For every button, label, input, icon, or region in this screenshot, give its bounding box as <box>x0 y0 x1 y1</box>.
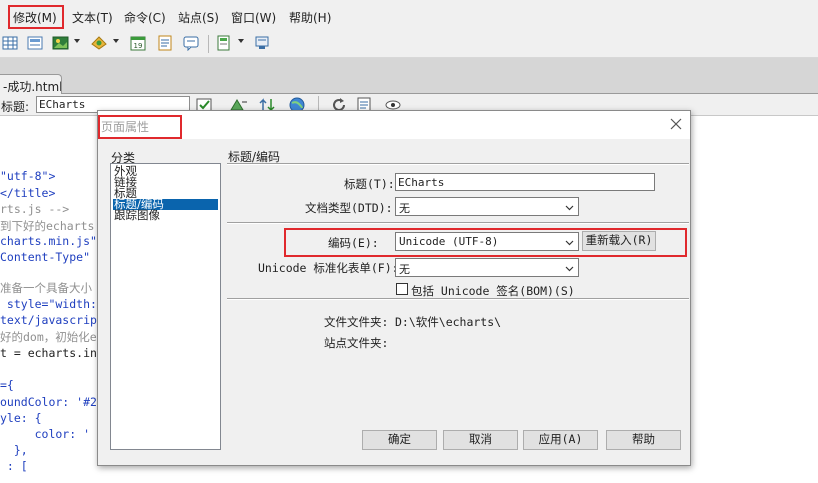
section-divider <box>227 222 689 224</box>
code-line: Content-Type" <box>0 250 91 264</box>
apply-button[interactable]: 应用(A) <box>523 430 598 450</box>
menu-modify-highlight <box>8 5 64 29</box>
code-line: </title> <box>0 186 56 200</box>
normalization-field-label: Unicode 标准化表单(F): <box>258 261 399 275</box>
image-icon[interactable] <box>51 33 71 53</box>
document-tabbar: -成功.html <box>0 72 818 94</box>
bom-checkbox-label[interactable]: 包括 Unicode 签名(BOM)(S) <box>411 283 575 299</box>
ok-button[interactable]: 确定 <box>362 430 437 450</box>
document-folder-value: D:\软件\echarts\ <box>395 315 502 329</box>
document-folder-label: 文件文件夹: <box>324 315 389 329</box>
menu-commands[interactable]: 命令(C) <box>124 9 166 26</box>
encoding-row-highlight <box>284 228 687 257</box>
code-line: color: ' <box>0 427 91 441</box>
category-list[interactable]: 外观 链接 标题 标题/编码 跟踪图像 <box>110 163 221 450</box>
code-line: : [ <box>0 459 28 473</box>
code-line: t = echarts.in <box>0 346 97 360</box>
svg-text:19: 19 <box>134 42 143 50</box>
doc-title-label: 标题: <box>1 100 30 114</box>
normalization-select-value: 无 <box>399 263 410 276</box>
document-tab[interactable]: -成功.html <box>0 74 62 94</box>
help-button[interactable]: 帮助 <box>606 430 681 450</box>
site-folder-label: 站点文件夹: <box>324 336 389 350</box>
template-dropdown-caret[interactable] <box>238 39 244 43</box>
panel-strip <box>0 58 818 72</box>
code-line: }, <box>0 443 28 457</box>
menu-text[interactable]: 文本(T) <box>72 9 113 26</box>
menu-help[interactable]: 帮助(H) <box>289 9 331 26</box>
chevron-down-icon <box>565 202 574 215</box>
section-divider <box>227 298 689 300</box>
tag-chooser-icon[interactable] <box>252 33 272 53</box>
code-line: text/javascrip <box>0 313 97 327</box>
page-properties-dialog: 页面属性 分类 外观 链接 标题 标题/编码 跟踪图像 标题/编码 标题(T):… <box>97 110 691 466</box>
doctype-field-label: 文档类型(DTD): <box>305 201 393 215</box>
normalization-select[interactable]: 无 <box>395 258 579 277</box>
code-line: 到下好的echarts. <box>0 219 100 233</box>
doctype-select-value: 无 <box>399 202 410 215</box>
code-line: rts.js --> <box>0 202 70 216</box>
code-line: charts.min.js" <box>0 234 97 248</box>
main-toolbar: 19 <box>0 30 818 58</box>
dialog-title-highlight <box>98 115 182 139</box>
cancel-button[interactable]: 取消 <box>443 430 518 450</box>
table-icon[interactable] <box>0 33 20 53</box>
close-icon[interactable] <box>668 116 684 132</box>
server-include-icon[interactable] <box>155 33 175 53</box>
menu-window[interactable]: 窗口(W) <box>231 9 276 26</box>
code-line: 准备一个具备大小 <box>0 281 92 295</box>
code-line: oundColor: '#2 <box>0 395 97 409</box>
comment-icon[interactable] <box>181 33 201 53</box>
menubar: 修改(M) 文本(T) 命令(C) 站点(S) 窗口(W) 帮助(H) <box>0 0 818 30</box>
media-dropdown-caret[interactable] <box>113 39 119 43</box>
title-field-input[interactable]: ECharts <box>395 173 655 191</box>
image-dropdown-caret[interactable] <box>74 39 80 43</box>
chevron-down-icon <box>565 263 574 276</box>
title-field-label: 标题(T): <box>344 177 395 191</box>
category-item-tracing-image[interactable]: 跟踪图像 <box>113 209 160 221</box>
layout-icon[interactable] <box>25 33 45 53</box>
toolbar-separator <box>208 35 209 53</box>
code-editor[interactable]: "utf-8"> </title> rts.js --> 到下好的echarts… <box>0 117 100 483</box>
code-line: style="width: <box>0 297 97 311</box>
template-icon[interactable] <box>214 33 234 53</box>
code-line: 好的dom，初始化e <box>0 330 97 344</box>
code-line: yle: { <box>0 411 42 425</box>
bom-checkbox[interactable] <box>396 283 408 295</box>
media-icon[interactable] <box>89 33 109 53</box>
code-line: ={ <box>0 378 14 392</box>
code-line: "utf-8"> <box>0 169 56 183</box>
section-divider <box>227 163 689 165</box>
doctype-select[interactable]: 无 <box>395 197 579 216</box>
date-icon[interactable]: 19 <box>128 33 148 53</box>
dialog-titlebar[interactable]: 页面属性 <box>98 111 690 139</box>
menu-site[interactable]: 站点(S) <box>178 9 219 26</box>
